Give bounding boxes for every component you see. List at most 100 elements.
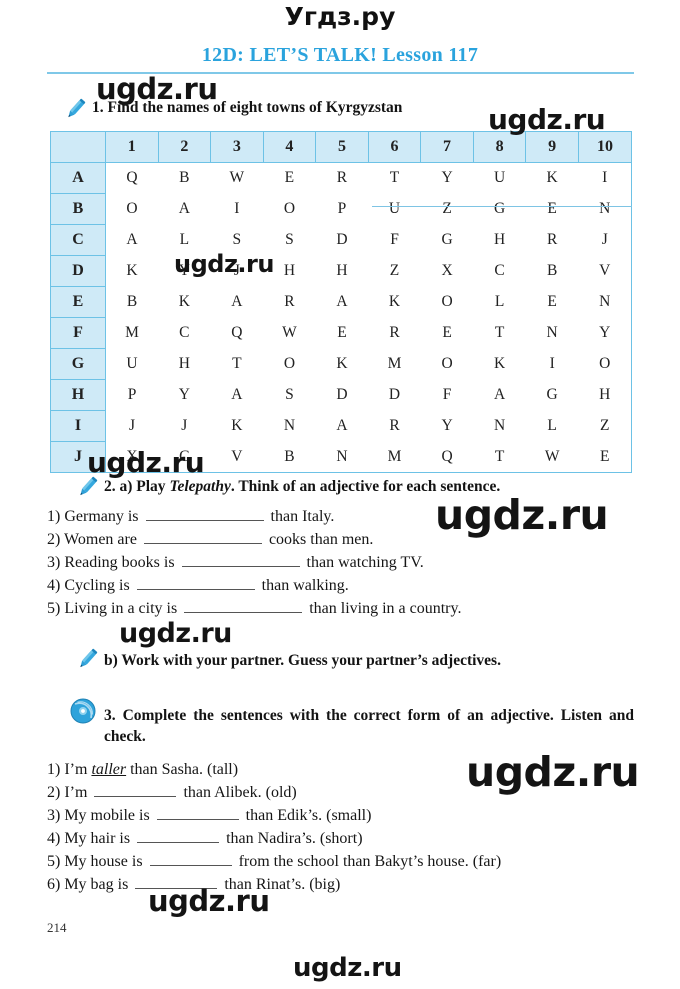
grid-cell[interactable]: A [158, 193, 211, 225]
grid-cell[interactable]: E [525, 286, 579, 318]
grid-cell[interactable]: K [315, 348, 369, 380]
grid-cell[interactable]: E [263, 162, 316, 194]
grid-cell[interactable]: R [525, 224, 579, 256]
grid-cell[interactable]: I [525, 348, 579, 380]
grid-cell[interactable]: J [105, 410, 159, 442]
grid-cell[interactable]: Y [420, 410, 474, 442]
grid-cell[interactable]: O [263, 193, 316, 225]
grid-cell[interactable]: Y [420, 162, 474, 194]
answer-blank[interactable] [143, 528, 262, 544]
grid-cell[interactable]: P [315, 193, 369, 225]
grid-cell[interactable]: D [368, 379, 421, 411]
grid-cell[interactable]: L [525, 410, 579, 442]
grid-cell[interactable]: O [263, 348, 316, 380]
answer-blank[interactable] [135, 873, 218, 889]
grid-cell[interactable]: N [578, 193, 631, 225]
grid-cell[interactable]: D [315, 379, 369, 411]
grid-cell[interactable]: H [158, 348, 211, 380]
grid-cell[interactable]: Q [105, 162, 159, 194]
grid-cell[interactable]: H [473, 224, 526, 256]
answer-blank[interactable] [156, 804, 239, 820]
grid-cell[interactable]: Y [158, 379, 211, 411]
word-search-grid[interactable]: 1 2 3 4 5 6 7 8 9 10 AQBWERTYUKIBOAIOPUZ… [50, 131, 632, 473]
grid-cell[interactable]: M [105, 317, 159, 349]
grid-cell[interactable]: T [473, 441, 526, 472]
grid-cell[interactable]: X [105, 441, 159, 472]
grid-cell[interactable]: Z [420, 193, 474, 225]
grid-cell[interactable]: K [473, 348, 526, 380]
grid-cell[interactable]: A [315, 286, 369, 318]
grid-cell[interactable]: X [420, 255, 474, 287]
grid-cell[interactable]: E [315, 317, 369, 349]
grid-cell[interactable]: B [263, 441, 316, 472]
grid-cell[interactable]: O [578, 348, 631, 380]
grid-cell[interactable]: V [578, 255, 631, 287]
grid-cell[interactable]: A [105, 224, 159, 256]
grid-cell[interactable]: A [210, 379, 264, 411]
answer-blank[interactable] [136, 574, 255, 590]
grid-cell[interactable]: C [158, 441, 211, 472]
grid-cell[interactable]: C [158, 317, 211, 349]
grid-cell[interactable]: Y [158, 255, 211, 287]
grid-cell[interactable]: S [210, 224, 264, 256]
answer-blank[interactable] [181, 551, 300, 567]
grid-cell[interactable]: N [315, 441, 369, 472]
grid-cell[interactable]: A [210, 286, 264, 318]
grid-cell[interactable]: P [105, 379, 159, 411]
grid-cell[interactable]: W [210, 162, 264, 194]
grid-cell[interactable]: B [158, 162, 211, 194]
grid-cell[interactable]: U [105, 348, 159, 380]
grid-cell[interactable]: K [368, 286, 421, 318]
grid-cell[interactable]: S [263, 224, 316, 256]
grid-cell[interactable]: K [158, 286, 211, 318]
grid-cell[interactable]: B [105, 286, 159, 318]
grid-cell[interactable]: W [263, 317, 316, 349]
grid-cell[interactable]: E [420, 317, 474, 349]
grid-cell[interactable]: J [210, 255, 264, 287]
grid-cell[interactable]: K [210, 410, 264, 442]
grid-cell[interactable]: V [210, 441, 264, 472]
grid-cell[interactable]: Z [578, 410, 631, 442]
grid-cell[interactable]: R [315, 162, 369, 194]
grid-cell[interactable]: B [525, 255, 579, 287]
answer-blank[interactable] [94, 781, 177, 797]
answer-blank[interactable] [137, 827, 220, 843]
grid-cell[interactable]: R [368, 317, 421, 349]
grid-cell[interactable]: I [578, 162, 631, 194]
grid-cell[interactable]: H [578, 379, 631, 411]
grid-cell[interactable]: E [578, 441, 631, 472]
grid-cell[interactable]: Y [578, 317, 631, 349]
grid-cell[interactable]: F [420, 379, 474, 411]
grid-cell[interactable]: K [105, 255, 159, 287]
grid-cell[interactable]: H [263, 255, 316, 287]
grid-cell[interactable]: R [368, 410, 421, 442]
grid-cell[interactable]: N [473, 410, 526, 442]
grid-cell[interactable]: M [368, 348, 421, 380]
grid-cell[interactable]: L [158, 224, 211, 256]
grid-cell[interactable]: H [315, 255, 369, 287]
grid-cell[interactable]: G [473, 193, 526, 225]
grid-cell[interactable]: O [105, 193, 159, 225]
grid-cell[interactable]: N [263, 410, 316, 442]
grid-cell[interactable]: L [473, 286, 526, 318]
grid-cell[interactable]: I [210, 193, 264, 225]
grid-cell[interactable]: O [420, 348, 474, 380]
grid-cell[interactable]: O [420, 286, 474, 318]
grid-cell[interactable]: G [420, 224, 474, 256]
grid-cell[interactable]: J [578, 224, 631, 256]
grid-cell[interactable]: Z [368, 255, 421, 287]
grid-cell[interactable]: T [210, 348, 264, 380]
grid-cell[interactable]: E [525, 193, 579, 225]
grid-cell[interactable]: T [473, 317, 526, 349]
grid-cell[interactable]: S [263, 379, 316, 411]
answer-blank[interactable] [184, 597, 303, 613]
grid-cell[interactable]: M [368, 441, 421, 472]
grid-cell[interactable]: W [525, 441, 579, 472]
grid-cell[interactable]: U [368, 193, 421, 225]
grid-cell[interactable]: A [315, 410, 369, 442]
grid-cell[interactable]: D [315, 224, 369, 256]
grid-cell[interactable]: N [525, 317, 579, 349]
answer-blank[interactable] [149, 850, 232, 866]
grid-cell[interactable]: G [525, 379, 579, 411]
grid-cell[interactable]: C [473, 255, 526, 287]
